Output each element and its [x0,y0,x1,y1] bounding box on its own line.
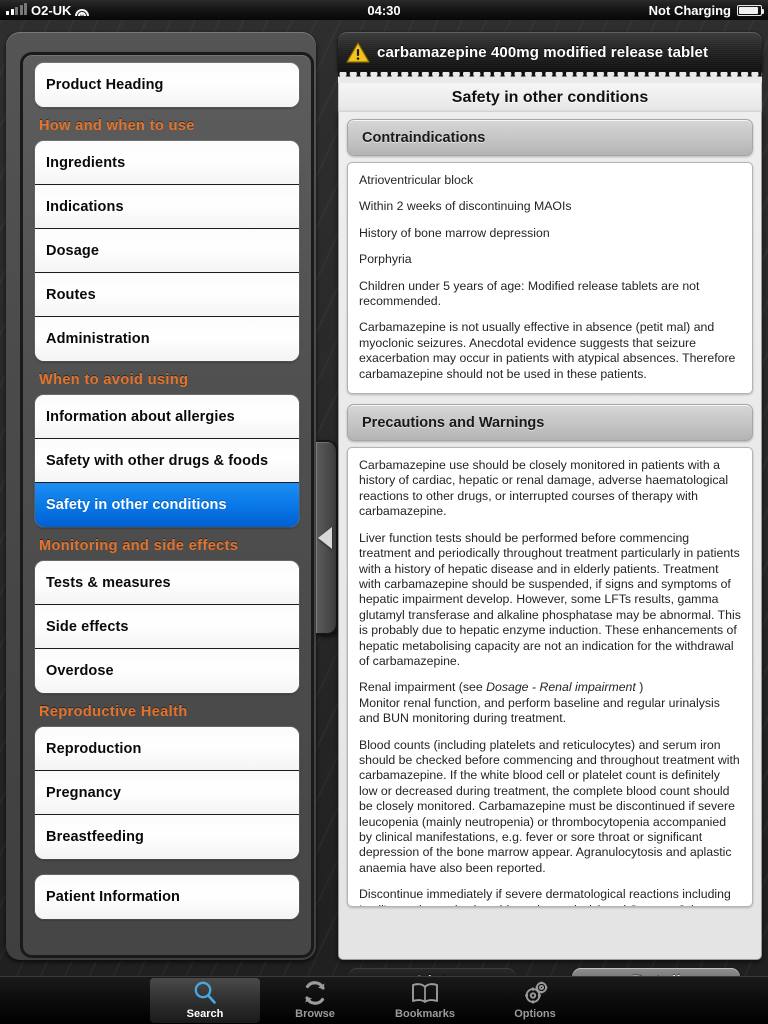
warning-triangle-icon [346,41,370,63]
detail-paragraph: Carbamazepine is not usually effective i… [359,320,736,381]
sidebar-item-administration[interactable]: Administration [35,317,299,361]
page-title: Safety in other conditions [338,83,762,112]
wifi-icon [75,5,90,16]
tab-search[interactable]: Search [150,978,260,1023]
tab-label: Options [514,1008,556,1020]
detail-paragraph: Porphyria [359,252,412,267]
tab-options[interactable]: Options [480,977,590,1024]
sidebar-item-information-about-allergies[interactable]: Information about allergies [35,395,299,439]
sidebar-group: Ingredients Indications Dosage Routes Admini… [35,141,299,361]
detail-paragraph: Blood counts (including platelets and re… [359,737,740,875]
sidebar-item-tests-measures[interactable]: Tests & measures [35,561,299,605]
sidebar-item-breastfeeding[interactable]: Breastfeeding [35,815,299,859]
book-icon [411,981,439,1005]
tab-bookmarks[interactable]: Bookmarks [370,977,480,1024]
sidebar-section-header: How and when to use [39,118,195,134]
detail-paragraph: Atrioventricular block [359,173,474,187]
sidebar-collapse-handle[interactable] [316,440,338,635]
detail-section-header: Contraindications [347,119,753,156]
sidebar-item-reproduction[interactable]: Reproduction [35,727,299,771]
sidebar-section-header: Monitoring and side effects [39,538,239,554]
detail-paragraph: Monitor renal function, and perform base… [359,695,720,726]
sidebar-item-patient-information[interactable]: Patient Information [35,875,299,919]
sidebar-group: Patient Information [35,875,299,919]
tab-browse[interactable]: Browse [260,977,370,1024]
detail-content-sheet[interactable]: Contraindications Atrioventricular block W… [338,112,762,960]
detail-paragraph: Carbamazepine use should be closely moni… [359,458,729,519]
sidebar-item-product-heading[interactable]: Product Heading [35,63,299,107]
sidebar-item-safety-in-other-conditions[interactable]: Safety in other conditions [35,483,299,527]
detail-panel: carbamazepine 400mg modified release tab… [338,32,762,960]
status-bar-left: O2-UK [0,3,250,18]
sidebar-item-indications[interactable]: Indications [35,185,299,229]
drug-title-bar: carbamazepine 400mg modified release tab… [338,32,762,72]
sidebar-list[interactable]: Product Heading How and when to use Ingred… [20,52,314,958]
detail-section-card: Carbamazepine use should be closely moni… [347,447,753,908]
sidebar-item-ingredients[interactable]: Ingredients [35,141,299,185]
detail-section-header: Precautions and Warnings [347,404,753,442]
status-bar-right: Not Charging [518,3,768,18]
sidebar-group: Tests & measures Side effects Overdose [35,561,299,693]
sidebar-item-safety-with-other-drugs-foods[interactable]: Safety with other drugs & foods [35,439,299,483]
detail-paragraph: Discontinue immediately if severe dermat… [359,887,731,906]
carrier-label: O2-UK [31,2,72,18]
battery-status-label: Not Charging [648,2,731,18]
detail-paragraph: Liver function tests should be performed… [359,530,741,668]
chevron-left-icon [318,526,332,549]
signal-bars-icon [6,3,27,15]
sidebar-item-pregnancy[interactable]: Pregnancy [35,771,299,815]
tab-label: Bookmarks [395,1008,455,1020]
battery-icon [737,4,764,16]
sidebar-item-overdose[interactable]: Overdose [35,649,299,693]
detail-paragraph: History of bone marrow depression [359,225,550,240]
search-icon [192,981,218,1005]
status-bar-clock: 04:30 [367,2,401,18]
status-bar: O2-UK 04:30 Not Charging [0,0,768,20]
detail-paragraph: Renal impairment (see Dosage - Renal imp… [359,680,644,695]
drug-title: carbamazepine 400mg modified release tab… [377,43,709,61]
sidebar-item-routes[interactable]: Routes [35,273,299,317]
gears-icon [522,981,549,1005]
sidebar-group: Reproduction Pregnancy Breastfeeding [35,727,299,859]
sidebar-section-header: When to avoid using [39,372,189,388]
sidebar-group: Product Heading [35,63,299,107]
tab-label: Search [186,1008,224,1020]
sidebar-group: Information about allergies Safety with o… [35,395,299,527]
app-background: Product Heading How and when to use Ingred… [0,20,768,1024]
detail-paragraph: Within 2 weeks of discontinuing MAOIs [359,199,572,214]
refresh-icon [302,981,328,1005]
detail-paragraph: Children under 5 years of age: Modified … [359,278,700,309]
sidebar-section-header: Reproductive Health [39,704,188,720]
perforated-edge [338,72,762,83]
tab-label: Browse [295,1008,335,1020]
sidebar-item-dosage[interactable]: Dosage [35,229,299,273]
tab-bar: Search Browse Bookmarks Options [0,976,768,1024]
sidebar-panel: Product Heading How and when to use Ingred… [6,32,316,960]
sidebar-item-side-effects[interactable]: Side effects [35,605,299,649]
detail-section-card: Atrioventricular block Within 2 weeks of … [347,162,753,395]
